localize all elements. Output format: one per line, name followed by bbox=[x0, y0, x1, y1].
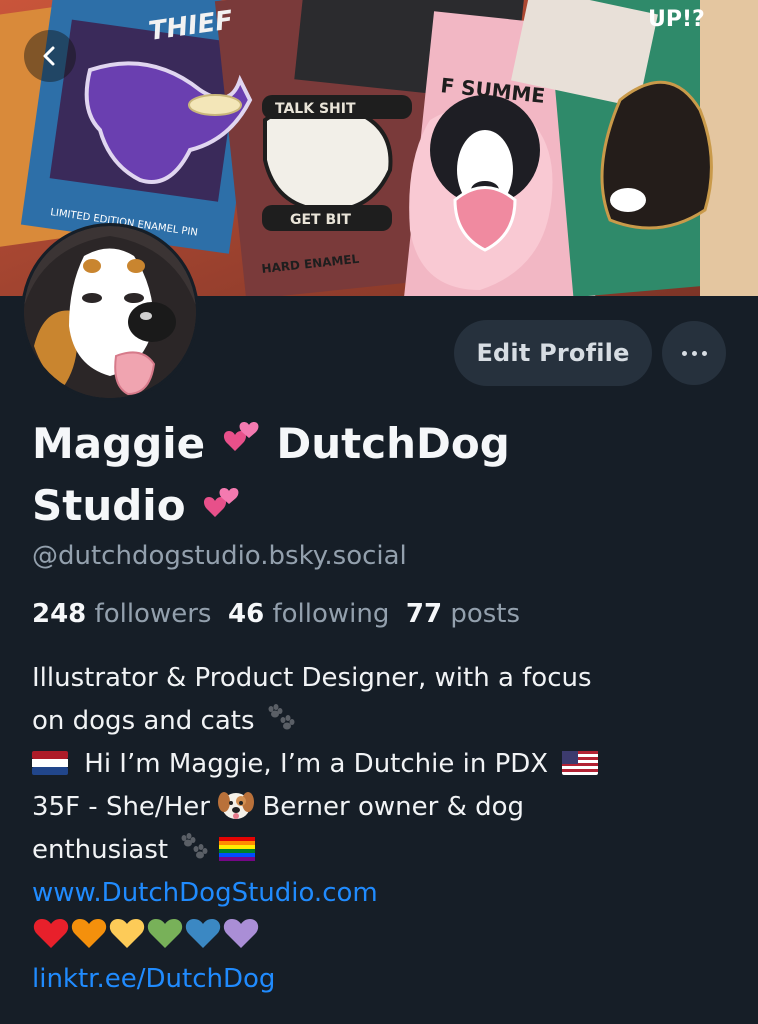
avatar-image bbox=[24, 226, 196, 398]
following-count: 46 bbox=[228, 599, 265, 629]
bio-line-5: enthusiast bbox=[32, 829, 732, 872]
svg-text:UP!?: UP!? bbox=[648, 7, 705, 32]
red-heart-icon bbox=[33, 919, 69, 948]
svg-text:GET BIT: GET BIT bbox=[290, 212, 351, 228]
bio-line-3: Hi I’m Maggie, I’m a Dutchie in PDX bbox=[32, 743, 732, 786]
two-hearts-icon bbox=[223, 422, 259, 451]
followers-count: 248 bbox=[32, 599, 87, 629]
following-stat[interactable]: 46 following bbox=[228, 599, 389, 629]
bio-line-4: 35F - She/Her Berner owner & dog bbox=[32, 786, 732, 829]
usa-flag-icon bbox=[562, 751, 599, 775]
edit-profile-button[interactable]: Edit Profile bbox=[454, 320, 652, 386]
purple-heart-icon bbox=[223, 919, 259, 948]
edit-profile-label: Edit Profile bbox=[476, 339, 630, 367]
back-button[interactable] bbox=[24, 30, 76, 82]
display-name: Maggie DutchDog Studio bbox=[32, 413, 672, 537]
profile-stats: 248 followers 46 following 77 posts bbox=[32, 594, 520, 634]
profile-handle: @dutchdogstudio.bsky.social bbox=[32, 541, 407, 571]
bio-line-2: on dogs and cats bbox=[32, 700, 732, 743]
bio-line-4b-text: Berner owner & dog bbox=[262, 792, 525, 822]
display-name-part3: Studio bbox=[32, 481, 186, 530]
followers-stat[interactable]: 248 followers bbox=[32, 599, 211, 629]
orange-heart-icon bbox=[71, 919, 107, 948]
two-hearts-icon bbox=[204, 488, 239, 517]
blue-heart-icon bbox=[185, 919, 221, 948]
ellipsis-icon bbox=[679, 350, 709, 356]
netherlands-flag-icon bbox=[32, 751, 68, 775]
following-label: following bbox=[272, 599, 390, 629]
profile-bio: Illustrator & Product Designer, with a f… bbox=[32, 657, 732, 1001]
bio-line-1: Illustrator & Product Designer, with a f… bbox=[32, 663, 592, 693]
bio-line-3-text: Hi I’m Maggie, I’m a Dutchie in PDX bbox=[84, 749, 549, 779]
display-name-part1: Maggie bbox=[32, 419, 206, 468]
bio-line-5-text: enthusiast bbox=[32, 835, 169, 865]
bio-line-6: www.DutchDogStudio.com bbox=[32, 872, 732, 915]
avatar[interactable] bbox=[21, 223, 199, 401]
posts-label: posts bbox=[450, 599, 521, 629]
website-link[interactable]: www.DutchDogStudio.com bbox=[32, 878, 378, 908]
more-options-button[interactable] bbox=[662, 321, 726, 385]
linktree-link[interactable]: linktr.ee/DutchDog bbox=[32, 964, 275, 994]
posts-stat: 77 posts bbox=[406, 599, 520, 629]
paw-prints-icon bbox=[268, 704, 295, 730]
rainbow-flag-icon bbox=[218, 837, 255, 861]
bio-line-4a-text: 35F - She/Her bbox=[32, 792, 210, 822]
posts-count: 77 bbox=[405, 599, 443, 629]
bio-hearts-row bbox=[32, 915, 732, 958]
yellow-heart-icon bbox=[109, 919, 145, 948]
followers-label: followers bbox=[94, 599, 212, 629]
svg-text:TALK SHIT: TALK SHIT bbox=[275, 101, 356, 117]
bio-line-2-text: on dogs and cats bbox=[32, 706, 255, 736]
dog-face-icon bbox=[218, 792, 255, 819]
paw-prints-icon bbox=[181, 833, 208, 859]
chevron-left-icon bbox=[43, 46, 55, 66]
bio-line-8: linktr.ee/DutchDog bbox=[32, 958, 732, 1001]
display-name-part2: DutchDog bbox=[276, 419, 510, 468]
green-heart-icon bbox=[147, 919, 183, 948]
